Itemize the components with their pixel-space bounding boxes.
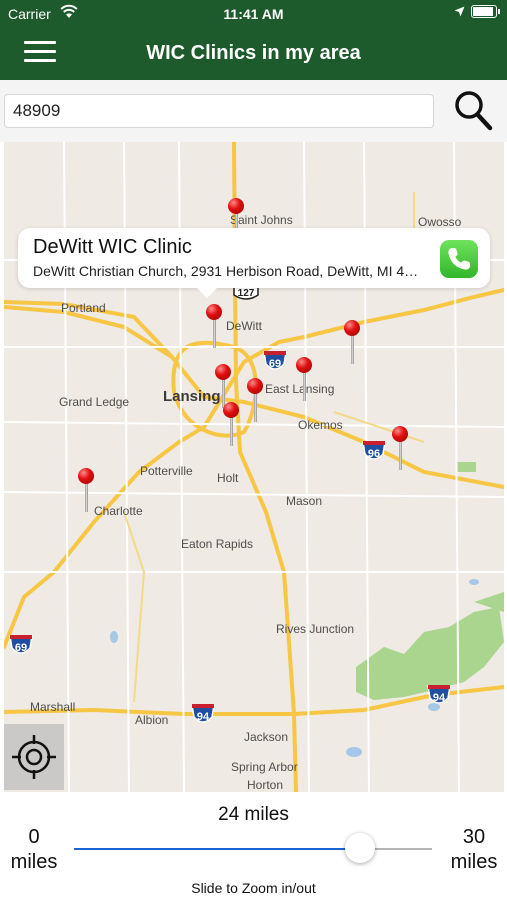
svg-text:127: 127 [238, 288, 255, 299]
clinic-callout[interactable]: DeWitt WIC Clinic DeWitt Christian Churc… [18, 228, 490, 298]
zoom-hint: Slide to Zoom in/out [191, 880, 316, 896]
slider-fill [74, 848, 361, 850]
map-pin[interactable] [78, 468, 96, 518]
map-label-mason: Mason [286, 494, 323, 508]
map-pin[interactable] [296, 357, 314, 407]
map-label-jackson: Jackson [244, 730, 289, 744]
map-pin[interactable] [206, 304, 224, 354]
zoom-slider[interactable] [74, 833, 432, 863]
svg-text:94: 94 [433, 692, 446, 704]
map-label-okemos: Okemos [298, 418, 343, 432]
map-pin[interactable] [223, 402, 241, 452]
map-label-horton: Horton [247, 778, 284, 792]
map-label-spring-arbor: Spring Arbor [231, 760, 298, 774]
map-label-eaton-rapids: Eaton Rapids [181, 537, 254, 551]
battery-icon [471, 5, 500, 18]
i94-shield-icon: 94 [427, 685, 451, 704]
map-label-albion: Albion [135, 713, 169, 727]
search-input[interactable] [4, 94, 434, 128]
i69-shield-icon: 69 [263, 351, 287, 370]
current-location-button[interactable] [4, 724, 64, 790]
map-pin[interactable] [392, 426, 410, 476]
page-title: WIC Clinics in my area [146, 42, 361, 64]
map-label-potterville: Potterville [140, 464, 193, 478]
i96-shield-icon: 96 [362, 441, 386, 460]
svg-text:69: 69 [269, 358, 281, 370]
slider-thumb[interactable] [345, 833, 376, 863]
svg-text:94: 94 [197, 711, 210, 723]
map-label-portland: Portland [61, 301, 106, 315]
zoom-distance: 24 miles [218, 804, 289, 825]
map-label-holt: Holt [217, 471, 239, 485]
crosshair-icon [12, 735, 56, 779]
clinic-name: DeWitt WIC Clinic [33, 236, 192, 258]
map-label-charlotte: Charlotte [94, 504, 143, 518]
map-pin[interactable] [344, 320, 362, 370]
map-label-grand-ledge: Grand Ledge [59, 395, 130, 409]
map-label-lansing: Lansing [163, 388, 221, 405]
zoom-panel: 24 miles 0 miles 30 miles Slide to Zoom in… [0, 792, 507, 900]
svg-text:69: 69 [15, 642, 27, 654]
i94-shield-icon: 94 [191, 704, 215, 723]
svg-text:96: 96 [368, 448, 380, 460]
slider-min-label: 0 miles [10, 826, 58, 873]
search-bar [0, 80, 507, 142]
map-pin[interactable] [247, 378, 265, 428]
map-label-marshall: Marshall [30, 700, 76, 714]
phone-icon [448, 248, 470, 270]
i69-shield-icon: 69 [9, 635, 33, 654]
status-bar: Carrier 11:41 AM [0, 0, 507, 28]
map-label-dewitt: DeWitt [226, 319, 262, 333]
map-label-rives-junction: Rives Junction [276, 622, 355, 636]
clock: 11:41 AM [223, 6, 284, 22]
slider-max-label: 30 miles [450, 826, 498, 873]
nav-bar: WIC Clinics in my area [0, 28, 507, 80]
map-label-owosso: Owosso [418, 215, 462, 229]
search-icon[interactable] [452, 88, 496, 134]
clinic-address: DeWitt Christian Church, 2931 Herbison R… [33, 263, 423, 279]
call-button[interactable] [440, 240, 478, 278]
location-arrow-icon [454, 6, 465, 17]
